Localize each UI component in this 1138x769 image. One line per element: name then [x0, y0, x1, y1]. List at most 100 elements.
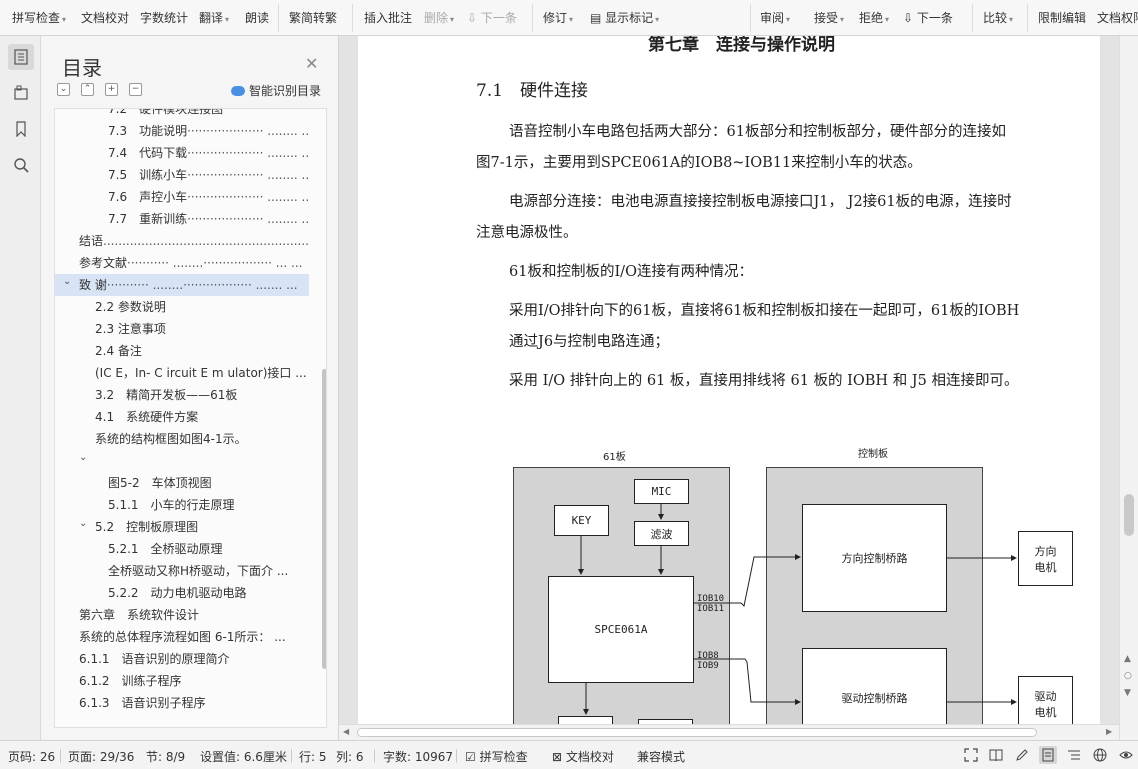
fullscreen-icon[interactable]: [962, 746, 980, 764]
toc-item-label: 第六章 系统软件设计: [79, 608, 200, 622]
toc-item[interactable]: 2.3 注意事项: [55, 318, 309, 340]
toc-item[interactable]: 7.3 功能说明···················· ........ ..…: [55, 120, 309, 142]
sections-icon[interactable]: [8, 80, 34, 106]
smart-toc-button[interactable]: 智能识别目录: [231, 82, 321, 99]
add-heading-icon[interactable]: +: [105, 83, 118, 96]
section-heading: 7.1 硬件连接: [476, 81, 589, 101]
toc-item-leader: ···················· ........ ...: [187, 168, 309, 182]
pen-icon[interactable]: [1013, 746, 1031, 764]
read-aloud-button[interactable]: 朗读: [245, 9, 269, 27]
compare-button[interactable]: 比较 ▾: [983, 9, 1013, 27]
toc-item[interactable]: 7.4 代码下载···················· ........ ..…: [55, 142, 309, 164]
restrict-editing-label: 限制编辑: [1038, 11, 1087, 25]
page-count[interactable]: 页面: 29/36: [68, 748, 134, 765]
translate-button[interactable]: 翻译 ▾: [199, 9, 229, 27]
toc-item[interactable]: 2.2 参数说明: [55, 296, 309, 318]
simplified-traditional-label: 繁简转繁: [289, 11, 338, 25]
expand-all-icon[interactable]: ⌄: [57, 83, 70, 96]
toc-item[interactable]: 6.1.3 语音识别子程序: [55, 692, 309, 714]
scroll-up-icon[interactable]: ▲: [1124, 654, 1131, 664]
restrict-editing-button[interactable]: 限制编辑: [1038, 9, 1086, 27]
next-change-button[interactable]: ⇩ 下一条: [903, 9, 953, 27]
word-count[interactable]: 字数: 10967: [383, 748, 453, 765]
search-icon[interactable]: [8, 152, 34, 178]
document-page[interactable]: 第七章 连接与操作说明 7.1 硬件连接 语音控制小车电路包括两大部分：61板部…: [358, 36, 1100, 724]
toc-item[interactable]: 2.4 备注: [55, 340, 309, 362]
show-markup-button[interactable]: ▤ 显示标记 ▾: [590, 9, 659, 27]
web-view-icon[interactable]: [1091, 746, 1109, 764]
vertical-scroll-thumb[interactable]: [1124, 494, 1134, 536]
vertical-scrollbar[interactable]: ▲ ○ ▼: [1119, 36, 1138, 740]
scroll-right-icon[interactable]: ▶: [1106, 727, 1112, 736]
toc-item[interactable]: 3.2 精简开发板——61板: [55, 384, 309, 406]
accept-button[interactable]: 接受 ▾: [814, 9, 844, 27]
bookmark-icon[interactable]: [8, 116, 34, 142]
toc-item[interactable]: 4.1 系统硬件方案: [55, 406, 309, 428]
toc-item[interactable]: 系统的结构框图如图4-1示。: [55, 428, 309, 450]
page-view-icon[interactable]: [1039, 746, 1057, 764]
word-count-button[interactable]: 字数统计: [140, 9, 188, 27]
reading-mode-icon[interactable]: [987, 746, 1005, 764]
toc-item[interactable]: 结语......................................…: [55, 230, 309, 252]
paragraph-line: 语音控制小车电路包括两大部分：61板部分和控制板部分，硬件部分的连接如: [509, 124, 1006, 140]
proofread-status[interactable]: ⊠ 文档校对: [552, 748, 614, 765]
select-browse-icon[interactable]: ○: [1124, 671, 1132, 681]
row-indicator[interactable]: 行: 5: [299, 748, 327, 765]
scroll-left-icon[interactable]: ◀: [343, 727, 349, 736]
toc-item[interactable]: 5.2.2 动力电机驱动电路: [55, 582, 309, 604]
horizontal-scroll-thumb[interactable]: [357, 728, 1037, 737]
insert-comment-button[interactable]: 插入批注: [364, 9, 412, 27]
section-indicator[interactable]: 节: 8/9: [146, 748, 185, 765]
review-label: 审阅: [760, 11, 785, 25]
document-permission-label: 文档权限: [1097, 11, 1138, 25]
chevron-down-icon[interactable]: ⌄: [79, 516, 87, 535]
toc-item[interactable]: 5.1.1 小车的行走原理: [55, 494, 309, 516]
toc-item-label: 5.2.1 全桥驱动原理: [108, 542, 223, 556]
document-permission-button[interactable]: 文档权限: [1097, 9, 1138, 27]
toc-item[interactable]: 6.1.1 语音识别的原理简介: [55, 648, 309, 670]
delete-comment-button[interactable]: 删除 ▾: [424, 9, 454, 27]
reject-button[interactable]: 拒绝 ▾: [859, 9, 889, 27]
spell-check-status[interactable]: ☑ 拼写检查: [465, 748, 528, 765]
toc-item-label: 5.2.2 动力电机驱动电路: [108, 586, 247, 600]
toc-item[interactable]: 7.6 声控小车···················· ........ ..…: [55, 186, 309, 208]
page-number[interactable]: 页码: 26: [8, 748, 55, 765]
toc-item[interactable]: 系统的总体程序流程如图 6-1所示： ...: [55, 626, 309, 648]
eye-protection-icon[interactable]: [1117, 746, 1135, 764]
toc-item[interactable]: 第六章 系统软件设计: [55, 604, 309, 626]
toc-item[interactable]: 参考文献··········· ........················…: [55, 252, 309, 274]
collapse-all-icon[interactable]: ⌃: [81, 83, 94, 96]
toc-scrollbar[interactable]: [322, 369, 326, 669]
toc-item[interactable]: 6.1.2 训练子程序: [55, 670, 309, 692]
close-icon[interactable]: ✕: [305, 54, 318, 73]
compare-label: 比较: [983, 11, 1008, 25]
outline-view-icon[interactable]: [1065, 746, 1083, 764]
chevron-down-icon[interactable]: ⌄: [79, 450, 87, 469]
track-changes-button[interactable]: 修订 ▾: [543, 9, 573, 27]
proofread-button[interactable]: 文档校对: [81, 9, 129, 27]
review-button[interactable]: 审阅 ▾: [760, 9, 790, 27]
simplified-traditional-button[interactable]: 繁简转繁: [289, 9, 337, 27]
toc-item[interactable]: (IC E，In- C ircuit E m ulator)接口 ...: [55, 362, 309, 384]
horizontal-scrollbar[interactable]: ◀ ▶: [339, 724, 1119, 740]
col-indicator[interactable]: 列: 6: [336, 748, 364, 765]
toc-item-label: 4.1 系统硬件方案: [95, 410, 199, 424]
toc-item[interactable]: 全桥驱动又称H桥驱动，下面介 ...: [55, 560, 309, 582]
toc-panel-icon[interactable]: [8, 44, 34, 70]
toc-title: 目录: [62, 56, 102, 80]
setting-value[interactable]: 设置值: 6.6厘米: [200, 748, 287, 765]
toc-item[interactable]: ⌄: [55, 450, 309, 472]
toc-item[interactable]: 7.7 重新训练···················· ........ ..…: [55, 208, 309, 230]
toc-item[interactable]: 7.2 硬件模块连接图: [55, 109, 309, 120]
toc-item[interactable]: ⌄ 致 谢··········· ........················…: [55, 274, 309, 296]
toc-item[interactable]: 7.5 训练小车···················· ........ ..…: [55, 164, 309, 186]
spell-check-button[interactable]: 拼写检查 ▾: [12, 9, 66, 27]
toc-item[interactable]: ⌄ 5.2 控制板原理图: [55, 516, 309, 538]
scroll-down-icon[interactable]: ▼: [1124, 688, 1131, 698]
chevron-down-icon[interactable]: ⌄: [63, 274, 71, 293]
remove-heading-icon[interactable]: −: [129, 83, 142, 96]
toc-item[interactable]: 5.2.1 全桥驱动原理: [55, 538, 309, 560]
next-comment-button[interactable]: ⇩ 下一条: [467, 9, 517, 27]
reject-label: 拒绝: [859, 11, 884, 25]
toc-item[interactable]: 图5-2 车体顶视图: [55, 472, 309, 494]
